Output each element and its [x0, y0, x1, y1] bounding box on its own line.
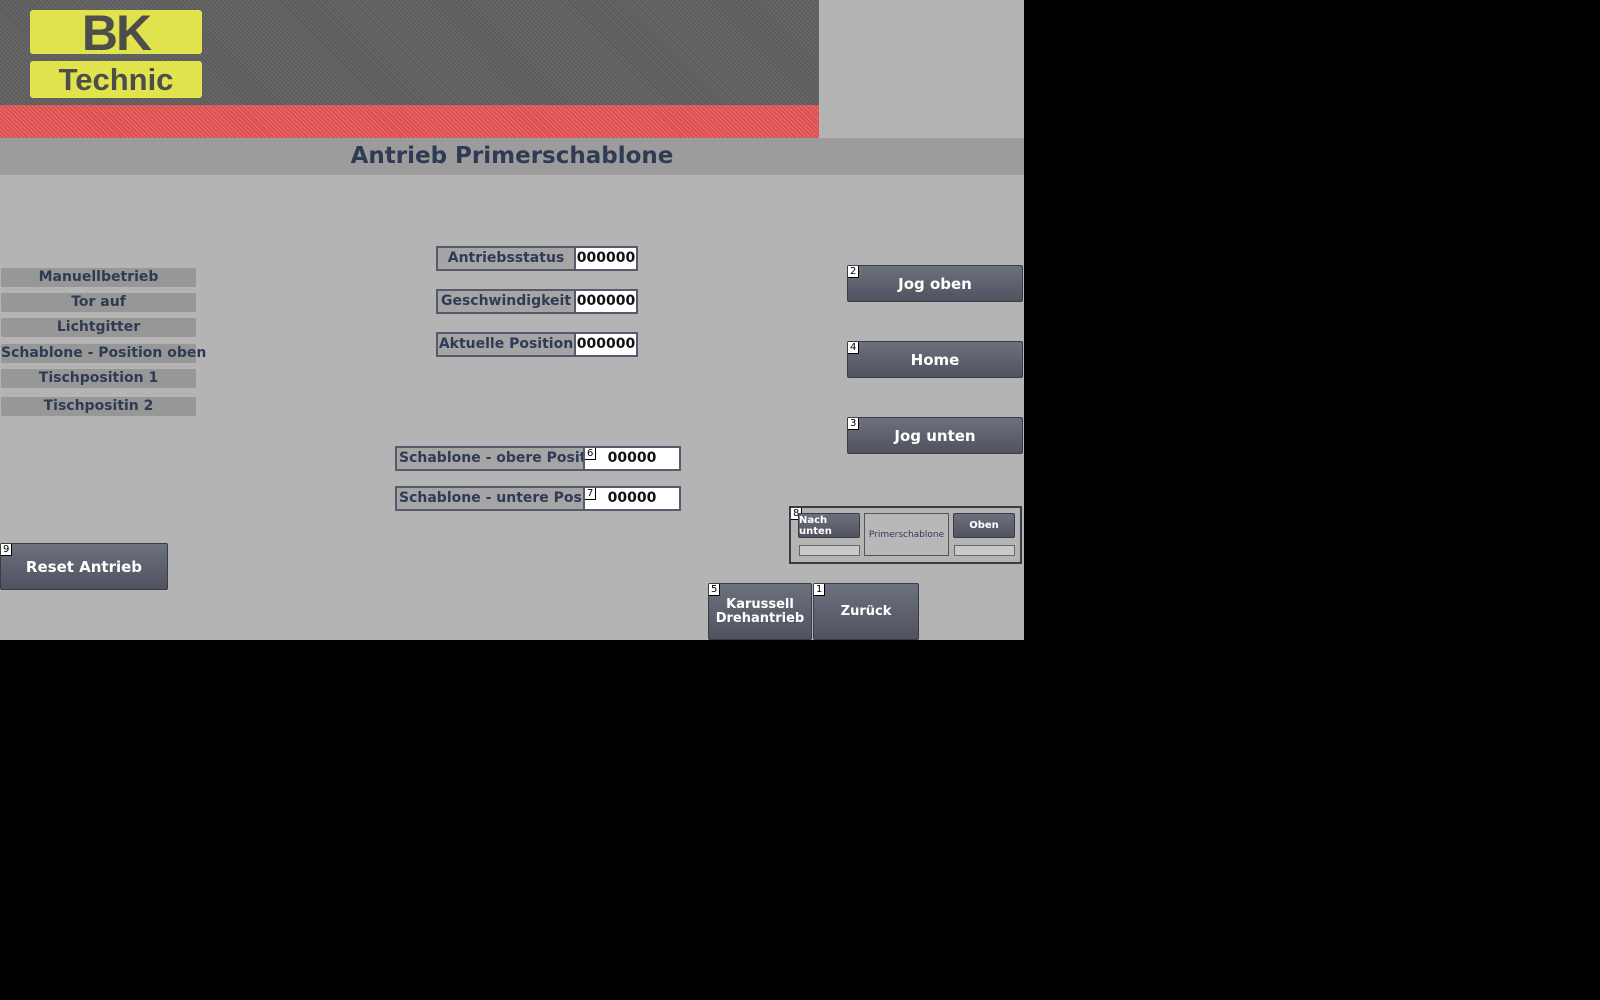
oben-indicator [954, 545, 1015, 556]
logo-bottom-text: Technic [58, 62, 174, 97]
obere-position-input[interactable]: 6 00000 [583, 446, 681, 471]
status-tor-auf: Tor auf [1, 293, 196, 312]
primerschablone-status-box: Primerschablone [864, 513, 949, 556]
company-logo: BK Technic [30, 5, 202, 98]
reset-antrieb-label: Reset Antrieb [25, 557, 143, 576]
obere-position-value: 00000 [607, 450, 657, 466]
status-tischposition-2: Tischpositin 2 [1, 397, 196, 416]
reset-shortcut-badge: 9 [1, 544, 13, 556]
hmi-screen: BK Technic Antrieb Primerschablone Manue… [0, 0, 1024, 640]
jog-oben-shortcut-badge: 2 [848, 266, 860, 278]
zurueck-shortcut-badge: 1 [814, 584, 826, 596]
status-manuellbetrieb: Manuellbetrieb [1, 268, 196, 287]
logo-top-text: BK [81, 5, 152, 61]
nach-unten-indicator [799, 545, 860, 556]
aktuelle-position-label: Aktuelle Position [436, 332, 576, 357]
zurueck-label: Zurück [840, 603, 892, 619]
nach-unten-label: Nach unten [799, 514, 832, 537]
karussell-drehantrieb-button[interactable]: 5 Karussell Drehantrieb [708, 583, 812, 640]
logo-wordmark: Technic [30, 61, 202, 98]
home-shortcut-badge: 4 [848, 342, 860, 354]
jog-oben-button[interactable]: 2 Jog oben [847, 265, 1023, 302]
untere-position-value: 00000 [607, 490, 657, 506]
status-lichtgitter: Lichtgitter [1, 318, 196, 337]
zurueck-button[interactable]: 1 Zurück [813, 583, 919, 640]
page-title: Antrieb Primerschablone [350, 143, 674, 169]
home-button[interactable]: 4 Home [847, 341, 1023, 378]
nach-unten-button[interactable]: Nach unten [798, 513, 860, 538]
primerschablone-label: Primerschablone [868, 529, 945, 540]
untere-position-shortcut-badge: 7 [585, 488, 597, 500]
jog-unten-shortcut-badge: 3 [848, 418, 860, 430]
obere-position-shortcut-badge: 6 [585, 448, 597, 460]
geschwindigkeit-value: 000000 [574, 289, 638, 314]
antriebsstatus-label: Antriebsstatus [436, 246, 576, 271]
title-bar: Antrieb Primerschablone [0, 138, 1024, 175]
karussell-shortcut-badge: 5 [709, 584, 721, 596]
status-tischposition-1: Tischposition 1 [1, 369, 196, 388]
karussell-drehantrieb-label: Karussell Drehantrieb [715, 596, 805, 626]
jog-unten-button[interactable]: 3 Jog unten [847, 417, 1023, 454]
aktuelle-position-value: 000000 [574, 332, 638, 357]
primerschablone-control-group: 8 Nach unten Primerschablone Oben [789, 506, 1022, 564]
antriebsstatus-value: 000000 [574, 246, 638, 271]
status-schablone-position-oben: Schablone - Position oben [1, 344, 207, 363]
reset-antrieb-button[interactable]: 9 Reset Antrieb [0, 543, 168, 590]
untere-position-label: Schablone - untere Position [395, 486, 585, 511]
obere-position-label: Schablone - obere Position [395, 446, 585, 471]
logo-mark: BK [30, 5, 202, 61]
oben-button[interactable]: Oben [953, 513, 1015, 538]
jog-oben-label: Jog oben [898, 274, 972, 293]
geschwindigkeit-label: Geschwindigkeit [436, 289, 576, 314]
jog-unten-label: Jog unten [894, 426, 976, 445]
header-red-stripe [0, 105, 819, 138]
oben-label: Oben [969, 520, 999, 531]
untere-position-input[interactable]: 7 00000 [583, 486, 681, 511]
home-label: Home [910, 350, 960, 369]
